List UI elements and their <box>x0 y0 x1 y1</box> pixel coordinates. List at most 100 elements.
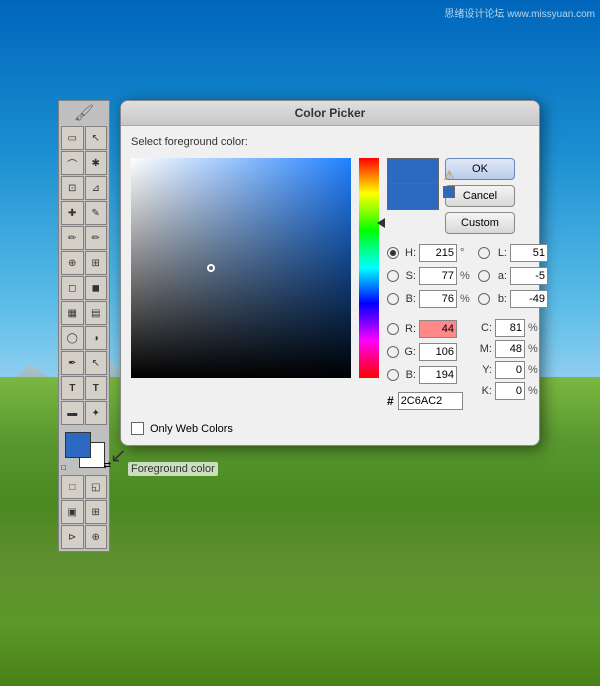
c-label: C: <box>478 322 492 334</box>
fg-arrow: ↙ <box>110 443 127 468</box>
tool-text-vertical[interactable]: T <box>85 376 108 400</box>
tool-fullscreen[interactable]: ⊞ <box>85 500 108 524</box>
h-label: H: <box>402 247 416 259</box>
left-values: H: ° S: % <box>387 243 472 410</box>
tool-shape-rect[interactable]: ▬ <box>61 401 84 425</box>
toolbar-row-5: ✏ ✏ <box>61 226 107 250</box>
b2-label: B: <box>402 369 416 381</box>
tool-screen-mode[interactable]: ▣ <box>61 500 84 524</box>
l-input[interactable] <box>510 244 548 262</box>
b2-input[interactable] <box>419 366 457 384</box>
s-radio[interactable] <box>387 270 399 282</box>
toolbar-row-1: ▭ ↖ <box>61 126 107 150</box>
r-radio[interactable] <box>387 323 399 335</box>
g-radio[interactable] <box>387 346 399 358</box>
r-input[interactable] <box>419 320 457 338</box>
b-row: B: % <box>387 289 472 309</box>
dialog-titlebar: Color Picker <box>121 101 539 126</box>
dialog-body: Select foreground color: <box>121 126 539 445</box>
custom-button[interactable]: Custom <box>445 212 515 234</box>
default-colors[interactable]: □ <box>61 463 66 472</box>
toolbar-row-11: T T <box>61 376 107 400</box>
l-radio[interactable] <box>478 247 490 259</box>
color-swatches[interactable]: ⇄ □ <box>61 430 111 472</box>
a-radio[interactable] <box>478 270 490 282</box>
c-input[interactable] <box>495 319 525 337</box>
cancel-button[interactable]: Cancel <box>445 185 515 207</box>
s-input[interactable] <box>419 267 457 285</box>
tool-zoom[interactable]: ⊕ <box>85 525 108 549</box>
k-input[interactable] <box>495 382 525 400</box>
hue-slider[interactable] <box>359 158 379 378</box>
b-radio[interactable] <box>387 293 399 305</box>
tool-slice[interactable]: ⊿ <box>85 176 108 200</box>
tool-quick-mask[interactable]: ◱ <box>85 475 108 499</box>
tool-burn[interactable]: ◑ <box>85 326 108 350</box>
tool-brush[interactable]: ✏ <box>61 226 84 250</box>
k-row: K: % <box>478 382 548 400</box>
l-label: L: <box>493 247 507 259</box>
hash-symbol: # <box>387 394 394 408</box>
h-input[interactable] <box>419 244 457 262</box>
color-picker-area[interactable] <box>131 158 351 378</box>
tool-standard-mode[interactable]: □ <box>61 475 84 499</box>
foreground-color-swatch[interactable] <box>65 432 91 458</box>
hue-slider-container[interactable] <box>359 158 379 378</box>
tool-magic-wand[interactable]: ✱ <box>85 151 108 175</box>
tool-text[interactable]: T <box>61 376 84 400</box>
color-current <box>387 184 439 210</box>
b3-input[interactable] <box>510 290 548 308</box>
g-input[interactable] <box>419 343 457 361</box>
tool-pattern-stamp[interactable]: ⊞ <box>85 251 108 275</box>
m-input[interactable] <box>495 340 525 358</box>
a-input[interactable] <box>510 267 548 285</box>
b-unit: % <box>460 293 472 305</box>
tool-paint-bucket[interactable]: ▤ <box>85 301 108 325</box>
toolbar-row-7: ◻ ◼ <box>61 276 107 300</box>
tool-eraser[interactable]: ◻ <box>61 276 84 300</box>
gradient-field[interactable] <box>131 158 351 378</box>
ok-button[interactable]: OK <box>445 158 515 180</box>
tool-bg-eraser[interactable]: ◼ <box>85 276 108 300</box>
web-colors-checkbox[interactable] <box>131 422 144 435</box>
fg-label: Foreground color <box>128 462 218 476</box>
tool-lasso[interactable]: ⌒ <box>61 151 84 175</box>
web-colors-label: Only Web Colors <box>150 423 233 435</box>
tool-imageready[interactable]: ⊳ <box>61 525 84 549</box>
b3-radio[interactable] <box>478 293 490 305</box>
h-radio[interactable] <box>387 247 399 259</box>
b3-row: b: <box>478 289 548 309</box>
h-unit: ° <box>460 247 472 259</box>
toolbar: 🖌 ▭ ↖ ⌒ ✱ ⊡ ⊿ ✚ ✎ ✏ ✏ ⊕ ⊞ ◻ ◼ ▦ ▤ ◯ ◑ ✒ … <box>58 100 110 552</box>
b2-radio[interactable] <box>387 369 399 381</box>
r-label: R: <box>402 323 416 335</box>
tool-move[interactable]: ↖ <box>85 126 108 150</box>
tool-marquee-rect[interactable]: ▭ <box>61 126 84 150</box>
tool-color-replace[interactable]: ✎ <box>85 201 108 225</box>
toolbar-row-10: ✒ ↖ <box>61 351 107 375</box>
toolbar-row-9: ◯ ◑ <box>61 326 107 350</box>
y-unit: % <box>528 364 538 376</box>
tool-path[interactable]: ✒ <box>61 351 84 375</box>
y-row: Y: % <box>478 361 548 379</box>
tool-crop[interactable]: ⊡ <box>61 176 84 200</box>
tool-direct-select[interactable]: ↖ <box>85 351 108 375</box>
m-unit: % <box>528 343 538 355</box>
tool-shape-custom[interactable]: ✦ <box>85 401 108 425</box>
tool-pencil[interactable]: ✏ <box>85 226 108 250</box>
a-label: a: <box>493 270 507 282</box>
k-unit: % <box>528 385 538 397</box>
tool-heal[interactable]: ✚ <box>61 201 84 225</box>
tool-stamp[interactable]: ⊕ <box>61 251 84 275</box>
y-label: Y: <box>478 364 492 376</box>
b-input[interactable] <box>419 290 457 308</box>
c-row: C: % <box>478 319 548 337</box>
b2-row: B: <box>387 365 472 385</box>
checkbox-row: Only Web Colors <box>131 422 529 435</box>
y-input[interactable] <box>495 361 525 379</box>
tool-gradient[interactable]: ▦ <box>61 301 84 325</box>
spacer1 <box>387 312 472 316</box>
tool-dodge[interactable]: ◯ <box>61 326 84 350</box>
m-row: M: % <box>478 340 548 358</box>
hex-input[interactable] <box>398 392 463 410</box>
